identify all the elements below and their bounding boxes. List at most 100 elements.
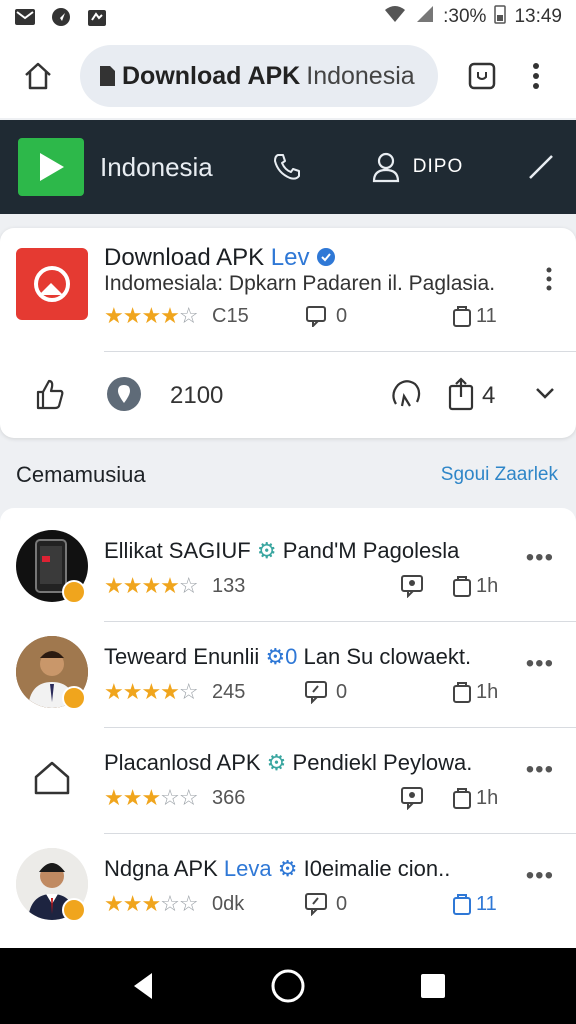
comment-icon[interactable] (304, 680, 328, 704)
item-meta: ★★★★☆ 133 1h (104, 574, 504, 598)
likes-count: 2100 (170, 382, 224, 409)
list-item[interactable]: Teweard Enunlii ⚙0 Lan Su clowaekt. ★★★★… (0, 622, 576, 728)
browser-toolbar: Download APK Indonesia (0, 34, 576, 118)
play-logo[interactable] (18, 138, 84, 196)
item-title-accent: Leva (223, 856, 272, 881)
refresh-button[interactable] (388, 376, 424, 412)
time-ago: 1h (476, 681, 499, 703)
item-title: Ndgna APK Leva ⚙ I0eimalie cion.. (104, 856, 451, 881)
battery-level: :30% (443, 6, 487, 27)
home-icon (25, 62, 51, 90)
url-text-secondary: Indonesia (306, 61, 415, 90)
verified-icon (317, 248, 336, 266)
rating-stars: ★★★★☆ (104, 679, 199, 704)
pages-icon[interactable] (450, 680, 474, 704)
phone-icon (273, 154, 300, 180)
wifi-icon (383, 4, 407, 30)
play-icon (40, 153, 64, 181)
section-see-all-link[interactable]: Sgoui Zaarlek (441, 464, 558, 486)
app-logo-icon (34, 266, 70, 302)
comment-icon[interactable] (304, 304, 328, 328)
comment-count: 0 (336, 681, 348, 703)
pages-icon[interactable] (450, 304, 474, 328)
expand-button[interactable] (532, 380, 558, 406)
gear-icon: ⚙ (265, 644, 286, 669)
user-label: DIPO (412, 156, 464, 177)
chevron-down-icon (536, 388, 554, 399)
pages-icon[interactable] (450, 786, 474, 810)
tabs-button[interactable] (462, 56, 502, 96)
home-circle-icon (271, 969, 305, 1003)
home-nav-button[interactable] (268, 966, 308, 1006)
user-icon (372, 152, 399, 183)
featured-more-button[interactable] (544, 264, 554, 294)
location-icon (107, 377, 141, 411)
item-title: Ellikat SAGIUF ⚙ Pand'M Pagolesla (104, 538, 460, 563)
notification-icon (86, 7, 108, 27)
rating-count: 366 (212, 787, 246, 809)
rating-count: 245 (212, 681, 246, 703)
more-horizontal-icon[interactable]: ••• (526, 756, 554, 784)
rating-count: 133 (212, 575, 246, 597)
edit-button[interactable] (524, 150, 558, 184)
badge-icon (62, 580, 86, 604)
comment-icon[interactable] (304, 892, 328, 916)
back-button[interactable] (123, 966, 163, 1006)
comment-icon[interactable] (400, 786, 424, 810)
url-text-primary: Download APK (122, 61, 301, 90)
pages-icon[interactable] (450, 574, 474, 598)
featured-meta: ★★★★☆ C15 0 11 (104, 304, 504, 328)
time-ago: 1h (476, 787, 499, 809)
more-horizontal-icon[interactable]: ••• (526, 544, 554, 572)
comment-count: 0 (336, 893, 348, 915)
rating-stars: ★★★★☆ (104, 303, 199, 328)
featured-title: Download APK Lev (104, 244, 336, 272)
rating-stars: ★★★★☆ (104, 573, 199, 598)
item-title: Teweard Enunlii ⚙0 Lan Su clowaekt. (104, 644, 472, 669)
more-horizontal-icon[interactable]: ••• (526, 650, 554, 678)
rating-count: 0dk (212, 893, 245, 915)
list-item[interactable]: Placanlosd APK ⚙ Pendiekl Peylowa. ★★★☆☆… (0, 728, 576, 834)
rating-stars: ★★★☆☆ (104, 891, 199, 916)
more-vertical-icon (546, 267, 552, 291)
thumbs-up-icon (36, 379, 64, 410)
gear-icon: ⚙ (256, 538, 277, 563)
gear-icon: ⚙ (266, 750, 287, 775)
house-avatar (16, 742, 88, 814)
pages-count: 11 (476, 305, 497, 327)
featured-app-card[interactable]: Download APK Lev Indomesiala: Dpkarn Pad… (0, 228, 576, 438)
overflow-menu-button[interactable] (522, 56, 550, 96)
app-logo (16, 248, 88, 320)
slash-icon (529, 155, 553, 179)
refresh-icon (392, 380, 421, 407)
tabs-icon (468, 62, 496, 90)
time-ago: 11 (476, 893, 497, 915)
badge-icon (62, 898, 86, 922)
location-button[interactable] (106, 376, 142, 412)
recents-icon (421, 974, 446, 998)
rating-count: C15 (212, 305, 249, 327)
share-button[interactable] (446, 376, 476, 412)
pages-icon[interactable] (450, 892, 474, 916)
user-account-button[interactable]: DIPO (371, 151, 463, 183)
rating-stars: ★★★☆☆ (104, 785, 199, 810)
comment-icon[interactable] (400, 574, 424, 598)
featured-title-accent: Lev (270, 244, 310, 271)
home-button[interactable] (14, 52, 62, 100)
app-header: Indonesia DIPO (0, 120, 576, 214)
clock-time: 13:49 (514, 6, 562, 27)
section-title: Cemamusiua (16, 462, 146, 487)
item-meta: ★★★☆☆ 366 1h (104, 786, 504, 810)
header-title: Indonesia (100, 151, 213, 182)
address-bar[interactable]: Download APK Indonesia (80, 45, 438, 107)
comment-count: 0 (336, 305, 348, 327)
recents-button[interactable] (413, 966, 453, 1006)
list-item[interactable]: Ndgna APK Leva ⚙ I0eimalie cion.. ★★★☆☆ … (0, 834, 576, 940)
item-title: Placanlosd APK ⚙ Pendiekl Peylowa. (104, 750, 473, 775)
mail-icon (14, 7, 36, 27)
more-horizontal-icon[interactable]: ••• (526, 862, 554, 890)
call-button[interactable] (269, 149, 305, 185)
like-button[interactable] (34, 376, 66, 412)
list-item[interactable]: Ellikat SAGIUF ⚙ Pand'M Pagolesla ★★★★☆ … (0, 516, 576, 622)
status-bar: :30% 13:49 (0, 0, 576, 34)
